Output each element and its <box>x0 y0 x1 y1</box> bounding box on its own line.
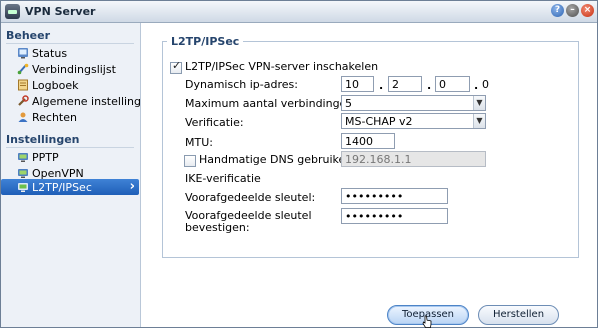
confirm-key-label-line2: bevestigen: <box>185 221 250 234</box>
sidebar-divider <box>6 43 134 44</box>
reset-button[interactable]: Herstellen <box>478 305 559 325</box>
max-connections-value: 5 <box>345 97 352 110</box>
sidebar-item-label: Status <box>32 47 68 60</box>
sidebar-item-label: Logboek <box>32 79 79 92</box>
ip-octet-4-value: 0 <box>482 78 489 91</box>
max-connections-label: Maximum aantal verbindingen: <box>185 97 358 110</box>
chevron-down-icon: ▼ <box>473 96 485 110</box>
sidebar-divider <box>6 147 134 148</box>
manual-dns-label: Handmatige DNS gebruiken <box>199 153 353 166</box>
vpn-server-app-icon <box>5 4 20 19</box>
ike-verification-label: IKE-verificatie <box>185 172 261 185</box>
mtu-label: MTU: <box>185 136 213 149</box>
vpn-server-window: VPN Server ? – × Beheer Status Verbindin… <box>0 0 598 328</box>
hand-cursor-icon <box>422 315 432 328</box>
sidebar-section-beheer: Beheer <box>6 29 51 42</box>
chevron-right-icon: › <box>129 179 135 194</box>
verification-select[interactable]: MS-CHAP v2 ▼ <box>341 113 486 129</box>
connection-list-icon <box>17 63 29 75</box>
dns-server-input[interactable]: 192.168.1.1 <box>341 151 486 167</box>
privileges-icon <box>18 112 28 122</box>
title-bar[interactable]: VPN Server ? – × <box>1 1 597 23</box>
sidebar: Beheer Status Verbindingslijst Logboek A… <box>1 23 155 327</box>
ip-separator: . <box>427 79 432 92</box>
ip-separator: . <box>474 79 479 92</box>
chevron-down-icon: ▼ <box>473 114 485 128</box>
verification-value: MS-CHAP v2 <box>345 115 413 128</box>
sidebar-item-label: PPTP <box>32 151 59 164</box>
checkmark-icon: ✓ <box>172 59 182 72</box>
sidebar-item-label: L2TP/IPSec <box>32 181 92 194</box>
general-settings-icon <box>18 95 29 106</box>
sidebar-item-l2tp-ipsec[interactable]: L2TP/IPSec › <box>1 179 139 195</box>
enable-l2tp-label: L2TP/IPSec VPN-server inschakelen <box>185 60 379 73</box>
preshared-key-input[interactable]: ••••••••• <box>341 188 448 204</box>
sidebar-item-rechten[interactable]: Rechten <box>1 109 139 125</box>
window-title: VPN Server <box>25 5 96 18</box>
sidebar-item-label: Rechten <box>32 111 77 124</box>
main-content: L2TP/IPSec ✓ L2TP/IPSec VPN-server insch… <box>141 23 597 327</box>
sidebar-item-status[interactable]: Status <box>1 45 139 61</box>
confirm-key-input[interactable]: ••••••••• <box>341 208 448 224</box>
sidebar-item-label: Algemene instellingen <box>32 95 155 108</box>
verification-label: Verificatie: <box>185 116 244 129</box>
sidebar-section-instellingen: Instellingen <box>6 133 80 146</box>
enable-l2tp-checkbox[interactable]: ✓ <box>170 59 182 74</box>
panel-title: L2TP/IPSec <box>167 35 244 48</box>
sidebar-item-logboek[interactable]: Logboek <box>1 77 139 93</box>
sidebar-item-algemene-instellingen[interactable]: Algemene instellingen <box>1 93 155 109</box>
status-icon <box>18 48 28 59</box>
mtu-input[interactable]: 1400 <box>341 133 395 149</box>
openvpn-icon <box>18 169 28 178</box>
dynamic-ip-label: Dynamisch ip-adres: <box>185 78 298 91</box>
ip-octet-1-input[interactable]: 10 <box>341 76 374 92</box>
l2tp-icon <box>18 183 28 192</box>
minimize-icon[interactable]: – <box>566 4 579 17</box>
sidebar-item-pptp[interactable]: PPTP <box>1 149 139 165</box>
close-icon[interactable]: × <box>581 4 594 17</box>
pptp-icon <box>18 153 28 162</box>
sidebar-item-label: Verbindingslijst <box>32 63 116 76</box>
ip-octet-2-input[interactable]: 2 <box>388 76 422 92</box>
max-connections-select[interactable]: 5 ▼ <box>341 95 486 111</box>
sidebar-item-verbindingslijst[interactable]: Verbindingslijst <box>1 61 139 77</box>
ip-separator: . <box>379 79 384 92</box>
preshared-key-label: Voorafgedeelde sleutel: <box>185 191 316 204</box>
ip-octet-3-input[interactable]: 0 <box>435 76 470 92</box>
log-icon <box>18 79 28 91</box>
manual-dns-checkbox[interactable] <box>184 155 196 167</box>
help-icon[interactable]: ? <box>551 4 564 17</box>
